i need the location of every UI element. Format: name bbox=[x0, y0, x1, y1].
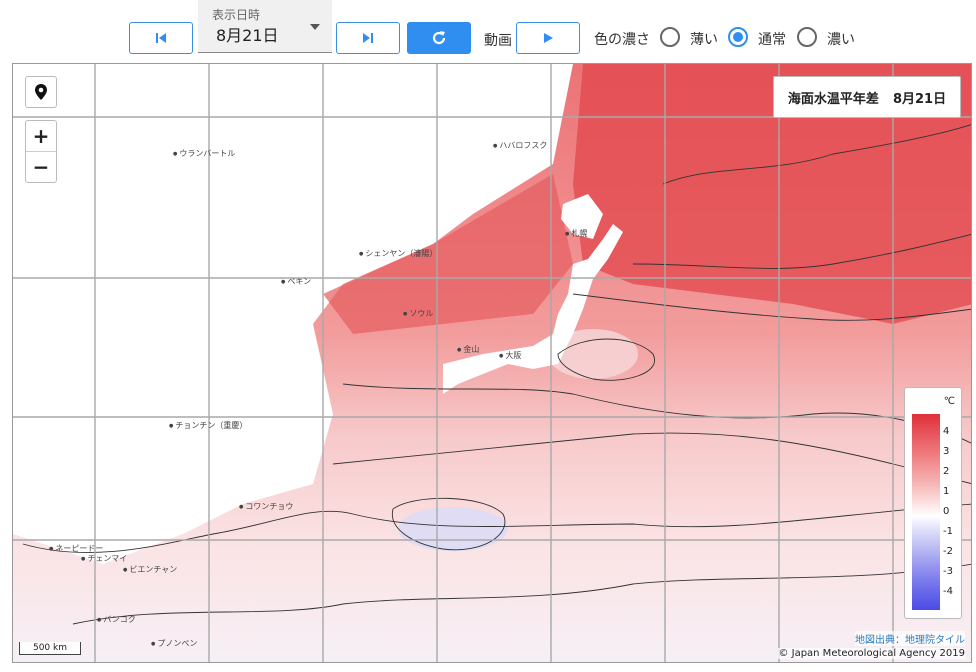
city-label: ビエンチャン bbox=[123, 564, 177, 575]
legend-tick: 0 bbox=[943, 506, 950, 517]
density-dark-radio[interactable] bbox=[797, 27, 817, 47]
date-select-label: 表示日時 bbox=[212, 8, 261, 22]
dropdown-caret-icon bbox=[310, 24, 320, 30]
legend-tick: 3 bbox=[943, 446, 950, 457]
legend-unit: ℃ bbox=[943, 396, 955, 407]
map-title: 海面水温平年差 bbox=[787, 91, 879, 107]
sea-temperature-map[interactable]: ウランバートル ハバロフスク シェンヤン（瀋陽） ペキン 札幌 ソウル 金山 大… bbox=[12, 63, 972, 663]
animation-label: 動画 bbox=[484, 33, 512, 49]
refresh-icon bbox=[432, 31, 446, 45]
city-label: コワンチョウ bbox=[239, 501, 293, 512]
density-light-label: 薄い bbox=[690, 32, 718, 48]
legend-tick: -3 bbox=[943, 566, 953, 577]
locate-button[interactable] bbox=[25, 76, 57, 108]
color-density-label: 色の濃さ bbox=[594, 32, 650, 48]
density-dark-label: 濃い bbox=[827, 32, 855, 48]
refresh-button[interactable] bbox=[407, 22, 471, 54]
cool-anomaly-area bbox=[398, 507, 508, 551]
city-label: ウランバートル bbox=[173, 148, 235, 159]
zoom-in-button[interactable]: + bbox=[26, 121, 56, 151]
location-pin-icon bbox=[35, 84, 47, 100]
city-label: チョンチン（重慶） bbox=[169, 420, 247, 431]
legend-tick: 2 bbox=[943, 466, 950, 477]
map-title-box: 海面水温平年差 8月21日 bbox=[773, 76, 961, 118]
city-label: 金山 bbox=[457, 344, 479, 355]
city-label: 大阪 bbox=[499, 350, 521, 361]
city-label: ハバロフスク bbox=[493, 140, 547, 151]
zoom-control: + − bbox=[25, 120, 57, 183]
last-date-button[interactable] bbox=[336, 22, 400, 54]
color-legend: ℃ 4 3 2 1 0 -1 -2 -3 -4 bbox=[904, 387, 962, 619]
skip-first-icon bbox=[156, 33, 166, 43]
copyright-text: © Japan Meteorological Agency 2019 bbox=[778, 648, 965, 659]
city-label: シェンヤン（瀋陽） bbox=[359, 248, 437, 259]
legend-color-bar bbox=[912, 414, 940, 610]
scale-bar: 500 km bbox=[19, 642, 81, 655]
city-label: 札幌 bbox=[565, 228, 587, 239]
control-bar: 表示日時 8月21日 動画 色の濃さ 薄い 通常 濃い bbox=[0, 0, 976, 62]
map-title-date: 8月21日 bbox=[892, 91, 947, 107]
legend-tick: -2 bbox=[943, 546, 953, 557]
legend-tick: 1 bbox=[943, 486, 950, 497]
city-label: プノンペン bbox=[151, 638, 197, 649]
legend-tick: 4 bbox=[943, 426, 950, 437]
zoom-out-button[interactable]: − bbox=[26, 151, 56, 182]
date-select[interactable]: 表示日時 8月21日 bbox=[198, 0, 332, 53]
city-label: ソウル bbox=[403, 308, 433, 319]
legend-tick: -4 bbox=[943, 586, 953, 597]
city-label: ペキン bbox=[281, 276, 311, 287]
play-icon bbox=[544, 33, 553, 43]
play-animation-button[interactable] bbox=[516, 22, 580, 54]
city-label: チェンマイ bbox=[81, 553, 127, 564]
skip-last-icon bbox=[363, 33, 373, 43]
density-normal-radio[interactable] bbox=[728, 27, 748, 47]
first-date-button[interactable] bbox=[129, 22, 193, 54]
density-normal-label: 通常 bbox=[758, 32, 786, 48]
legend-tick: -1 bbox=[943, 526, 953, 537]
density-light-radio[interactable] bbox=[660, 27, 680, 47]
date-select-value: 8月21日 bbox=[216, 26, 279, 45]
map-source-link[interactable]: 地図出典：地理院タイル bbox=[855, 631, 965, 646]
city-label: バンコク bbox=[97, 614, 135, 625]
